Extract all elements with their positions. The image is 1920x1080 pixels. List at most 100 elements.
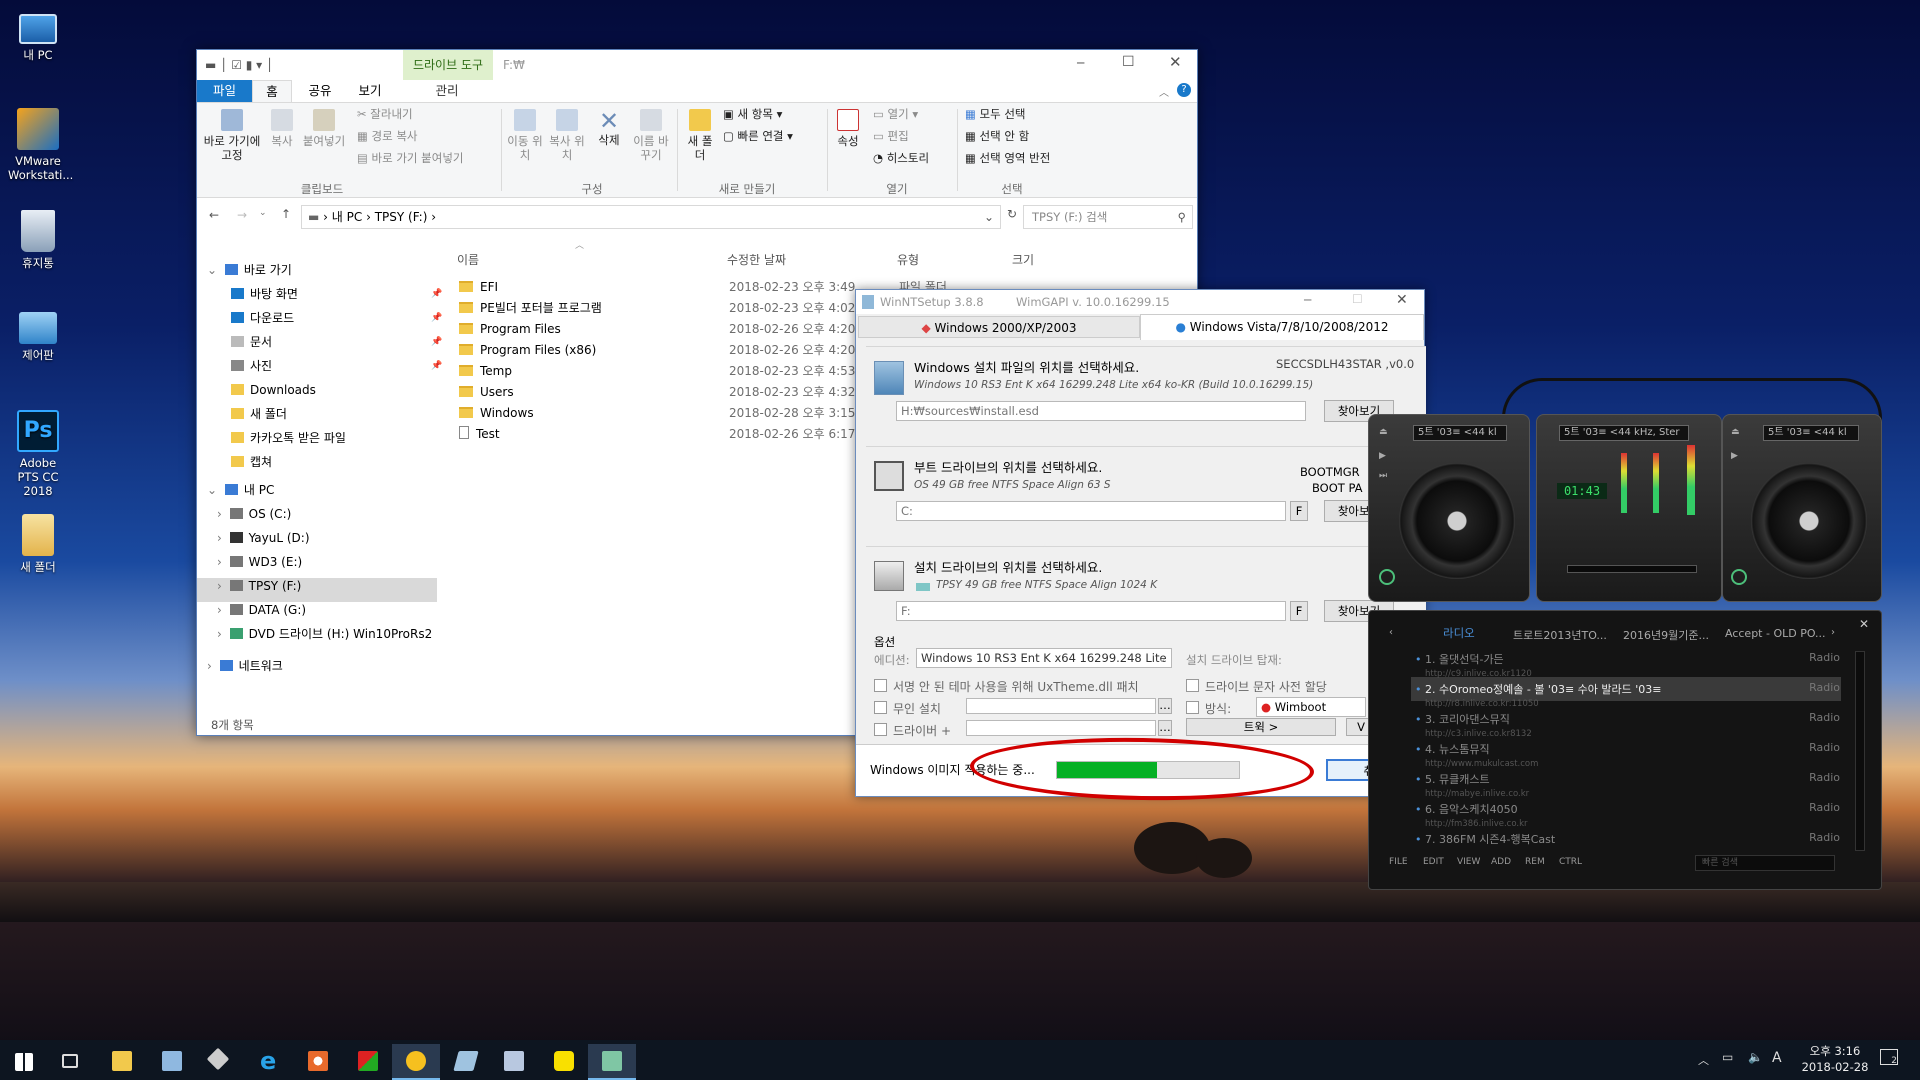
playlist-window[interactable]: ✕ ‹ 라디오 트로트2013년TO... 2016년9월기준... Accep…	[1368, 610, 1882, 890]
nav-item[interactable]: 바탕 화면 📌	[227, 282, 442, 306]
refresh-button[interactable]: ↻	[1007, 207, 1017, 221]
playlist-tab[interactable]: 트로트2013년TO...	[1513, 627, 1607, 643]
nav-item[interactable]: 문서 📌	[227, 330, 442, 354]
paste-button[interactable]: 붙여넣기	[301, 109, 347, 148]
taskbar-app-colorful[interactable]	[344, 1044, 392, 1080]
desktop-icon-control-panel[interactable]: 제어판	[8, 312, 68, 362]
nav-item[interactable]: › DATA (G:)	[217, 598, 306, 622]
boot-drive-input[interactable]: C:	[896, 501, 1286, 521]
navigation-pane[interactable]: ⌄ 바로 가기 바탕 화면 📌 다운로드 📌 문서 📌 사진 📌 Downloads 새 폴더 카카오…	[197, 254, 442, 724]
expand-chevron-icon[interactable]: ›	[217, 579, 226, 593]
nav-item[interactable]: › YayuL (D:)	[217, 526, 310, 550]
cut-button[interactable]: ✂ 잘라내기	[357, 107, 413, 121]
playlist-item[interactable]: • 3. 코리아댄스뮤직 Radio http://c3.inlive.co.kr8…	[1415, 711, 1840, 741]
pin-icon[interactable]: 📌	[431, 306, 442, 330]
easy-access-button[interactable]: ▢ 빠른 연결 ▾	[723, 129, 793, 143]
power-icon[interactable]	[1379, 569, 1395, 585]
quick-search-input[interactable]: 빠른 검색	[1695, 855, 1835, 871]
clock-date[interactable]: 2018-02-28	[1800, 1060, 1870, 1074]
playlist-scrollbar[interactable]	[1855, 651, 1865, 851]
expand-chevron-icon[interactable]: ›	[217, 507, 226, 521]
taskbar-app-tool[interactable]	[196, 1044, 244, 1080]
tab-legacy-windows[interactable]: ◆ Windows 2000/XP/2003	[858, 316, 1140, 338]
explorer-titlebar[interactable]: ▬ │ ☑ ▮ ▾ │ 드라이브 도구 F:₩ ─ ☐ ✕	[197, 50, 1197, 80]
tab-home[interactable]: 홈	[252, 80, 292, 102]
edit-button[interactable]: ▭ 편집	[873, 129, 909, 143]
taskbar-app-orange[interactable]	[294, 1044, 342, 1080]
play-icon[interactable]: ▶	[1379, 451, 1386, 461]
driver-checkbox[interactable]: 드라이버 +	[874, 722, 951, 739]
install-format-button[interactable]: F	[1290, 601, 1308, 621]
taskbar-network-app[interactable]	[148, 1044, 196, 1080]
move-to-button[interactable]: 이동 위치	[507, 109, 543, 162]
nav-item[interactable]: ⌄ 바로 가기	[207, 258, 292, 282]
back-button[interactable]: ←	[209, 208, 219, 222]
ribbon-collapse-icon[interactable]: ︿	[1159, 84, 1169, 99]
close-button[interactable]: ✕	[1169, 53, 1182, 71]
breadcrumb-item[interactable]: 내 PC	[332, 210, 362, 224]
mode-checkbox[interactable]: 방식:	[1186, 700, 1231, 717]
taskbar-internet-explorer[interactable]: e	[246, 1044, 294, 1080]
playlist-item[interactable]: • 4. 뉴스톰뮤직 Radio http://www.mukulcast.com	[1415, 741, 1840, 771]
expand-chevron-icon[interactable]: ⌄	[207, 263, 221, 277]
skip-icon[interactable]: ⏭	[1379, 471, 1387, 481]
select-all-button[interactable]: ▦ 모두 선택	[965, 107, 1026, 121]
deck-right[interactable]: 5트 '03≡ <44 kl ⏏ ▶	[1722, 414, 1882, 602]
tab-view[interactable]: 보기	[347, 80, 393, 102]
paste-shortcut-button[interactable]: ▤ 바로 가기 붙여넣기	[357, 151, 463, 165]
pin-icon[interactable]: 📌	[431, 282, 442, 306]
nav-item[interactable]: › OS (C:)	[217, 502, 291, 526]
minimize-button[interactable]: ─	[1077, 56, 1084, 70]
expand-chevron-icon[interactable]: ›	[217, 603, 226, 617]
play-icon[interactable]: ▶	[1731, 451, 1738, 461]
taskbar-app-active[interactable]	[392, 1044, 440, 1080]
volume-tray-icon[interactable]: 🔈	[1748, 1050, 1763, 1064]
nav-item[interactable]: 다운로드 📌	[227, 306, 442, 330]
help-icon[interactable]: ?	[1177, 83, 1191, 97]
tab-file[interactable]: 파일	[197, 80, 252, 102]
playlist-item[interactable]: • 5. 뮤클캐스트 Radio http://mabye.inlive.co.kr	[1415, 771, 1840, 801]
crossfader[interactable]	[1567, 565, 1697, 573]
desktop-icon-recycle-bin[interactable]: 휴지통	[8, 210, 68, 270]
prev-tab-icon[interactable]: ‹	[1389, 627, 1393, 638]
ime-indicator[interactable]: A	[1772, 1050, 1782, 1066]
playlist-item[interactable]: • 6. 음악스케치4050 Radio http://fm386.inlive.c…	[1415, 801, 1840, 831]
select-none-button[interactable]: ▦ 선택 안 함	[965, 129, 1029, 143]
quick-access-toolbar[interactable]: ▬ │ ☑ ▮ ▾ │	[205, 58, 273, 72]
expand-chevron-icon[interactable]: ⌄	[207, 483, 221, 497]
playlist-toolbar-button[interactable]: REM	[1525, 857, 1545, 867]
playlist-toolbar-button[interactable]: EDIT	[1423, 857, 1444, 867]
copy-path-button[interactable]: ▦ 경로 복사	[357, 129, 418, 143]
nav-item[interactable]: Downloads	[227, 378, 316, 402]
unattend-checkbox[interactable]: 무인 설치	[874, 700, 941, 717]
close-button[interactable]: ✕	[1396, 292, 1408, 308]
turntable-platter[interactable]	[1399, 463, 1515, 579]
playlist-item[interactable]: • 1. 올댓선덕-가든 Radio http://c9.inlive.co.kr1…	[1415, 651, 1840, 681]
column-type[interactable]: 유형	[897, 251, 919, 268]
maximize-button[interactable]: ☐	[1352, 292, 1363, 306]
playlist-toolbar-button[interactable]: ADD	[1491, 857, 1511, 867]
power-icon[interactable]	[1731, 569, 1747, 585]
expand-chevron-icon[interactable]: ›	[217, 555, 226, 569]
history-button[interactable]: ◔ 히스토리	[873, 151, 929, 165]
maximize-button[interactable]: ☐	[1122, 54, 1135, 70]
nav-item[interactable]: 사진 📌	[227, 354, 442, 378]
column-size[interactable]: 크기	[1012, 251, 1034, 268]
nav-item[interactable]: › 네트워크	[207, 654, 283, 678]
breadcrumb-item[interactable]: TPSY (F:)	[375, 210, 428, 224]
wimboot-select[interactable]: ● Wimboot	[1256, 697, 1366, 717]
turntable-platter[interactable]	[1751, 463, 1867, 579]
driver-browse-button[interactable]: …	[1158, 720, 1172, 736]
start-button[interactable]	[0, 1044, 48, 1080]
boot-format-button[interactable]: F	[1290, 501, 1308, 521]
desktop-icon-photoshop[interactable]: Ps Adobe PTS CC 2018	[8, 410, 68, 498]
up-button[interactable]: ↑	[281, 207, 291, 221]
expand-chevron-icon[interactable]: ›	[207, 659, 216, 673]
forward-button[interactable]: →	[237, 208, 247, 222]
nav-item[interactable]: 캡쳐	[227, 450, 272, 474]
properties-button[interactable]: 속성	[833, 109, 863, 148]
nav-item[interactable]: › WD3 (E:)	[217, 550, 302, 574]
rename-button[interactable]: 이름 바꾸기	[631, 109, 671, 162]
copy-to-button[interactable]: 복사 위치	[549, 109, 585, 162]
uxtheme-checkbox[interactable]: 서명 안 된 테마 사용을 위해 UxTheme.dll 패치	[874, 678, 1139, 695]
